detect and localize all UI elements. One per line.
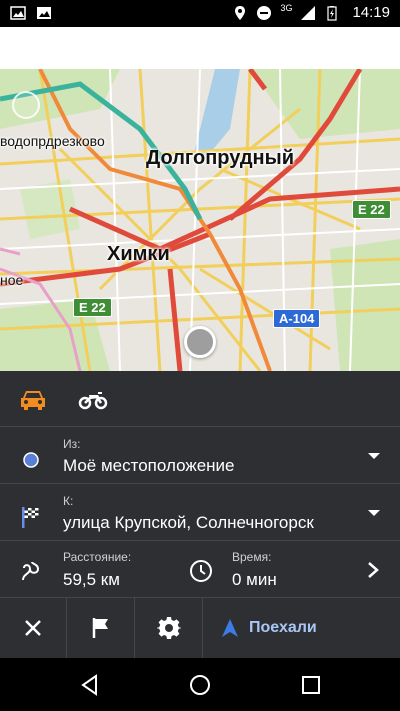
search-area[interactable] [0, 27, 400, 69]
route-summary-row[interactable]: Расстояние: 59,5 км Время: 0 мин [0, 541, 400, 598]
start-dot-icon [23, 452, 39, 468]
start-navigation-button[interactable]: Поехали [203, 598, 400, 658]
home-icon[interactable] [188, 673, 212, 697]
map-label-noe: ное [0, 272, 24, 288]
finish-flag-icon [22, 507, 39, 528]
map-label-dolgoprudny: Долгопрудный [146, 147, 295, 169]
from-value: Моё местоположение [63, 456, 235, 475]
time-value: 0 мин [232, 570, 277, 589]
current-location-marker[interactable] [184, 326, 216, 358]
settings-button[interactable] [135, 598, 203, 658]
map-label-vodo: водопрдрезково [0, 133, 105, 149]
navigation-arrow-icon [222, 619, 238, 637]
road-shield-a104: A-104 [273, 309, 321, 328]
compass-icon[interactable] [12, 91, 40, 119]
route-to-row[interactable]: К: улица Крупской, Солнечногорск [0, 484, 400, 541]
road-shield-e22: E 22 [73, 298, 112, 317]
network-type-label: 3G [280, 2, 293, 13]
from-label: Из: [63, 437, 81, 451]
close-icon [25, 620, 41, 636]
chevron-down-icon[interactable] [368, 453, 380, 459]
flag-icon [92, 618, 108, 638]
battery-charging-icon [327, 5, 338, 21]
chevron-down-icon[interactable] [368, 510, 380, 516]
back-icon[interactable] [78, 673, 102, 697]
route-icon [22, 561, 40, 581]
image-icon [10, 6, 26, 20]
add-waypoint-button[interactable] [67, 598, 135, 658]
gear-icon [156, 617, 181, 639]
distance-value: 59,5 км [63, 570, 120, 589]
route-actions: Поехали [0, 598, 400, 658]
close-button[interactable] [0, 598, 67, 658]
route-from-row[interactable]: Из: Моё местоположение [0, 427, 400, 484]
image-icon [37, 7, 51, 19]
recent-apps-icon[interactable] [299, 673, 323, 697]
to-label: К: [63, 494, 74, 508]
system-nav-bar [0, 658, 400, 711]
distance-label: Расстояние: [63, 550, 132, 564]
chevron-right-icon[interactable] [366, 561, 380, 579]
car-icon[interactable] [18, 385, 48, 413]
status-time: 14:19 [352, 4, 390, 21]
transport-modes [0, 371, 400, 427]
location-icon [235, 5, 246, 20]
motorcycle-icon[interactable] [78, 385, 108, 413]
time-label: Время: [232, 550, 272, 564]
route-panel: Из: Моё местоположение К: улица Крупской… [0, 371, 400, 658]
map-view[interactable]: водопрдрезково Долгопрудный Химки ное E … [0, 69, 400, 371]
clock-icon [190, 560, 212, 582]
to-value: улица Крупской, Солнечногорск [63, 513, 314, 532]
road-shield-e22: E 22 [352, 200, 391, 219]
map-label-khimki: Химки [107, 243, 170, 265]
dnd-icon [257, 5, 272, 20]
signal-icon [301, 5, 316, 20]
status-bar: 3G 14:19 [0, 0, 400, 27]
start-navigation-label: Поехали [249, 619, 317, 636]
